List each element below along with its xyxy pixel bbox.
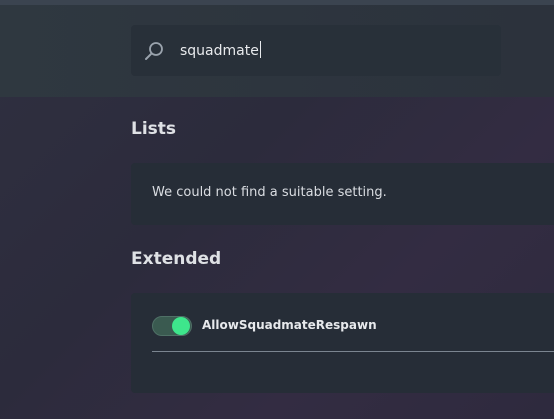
text-caret <box>259 41 261 58</box>
setting-divider <box>152 351 554 352</box>
section-title-lists: Lists <box>131 119 177 139</box>
toggle-knob <box>172 317 190 335</box>
allow-squadmate-respawn-toggle[interactable] <box>152 316 192 336</box>
search-input-value: squadmate <box>180 43 259 59</box>
search-icon <box>145 42 163 60</box>
search-input[interactable]: squadmate <box>180 41 261 60</box>
setting-row-allow-squadmate-respawn: AllowSquadmateRespawn <box>152 315 554 337</box>
search-box[interactable]: squadmate <box>131 25 501 76</box>
extended-card: AllowSquadmateRespawn <box>131 293 554 393</box>
empty-results-message: We could not find a suitable setting. <box>152 185 387 200</box>
section-title-extended: Extended <box>131 249 222 269</box>
lists-card: We could not find a suitable setting. <box>131 163 554 225</box>
setting-label: AllowSquadmateRespawn <box>202 318 377 332</box>
